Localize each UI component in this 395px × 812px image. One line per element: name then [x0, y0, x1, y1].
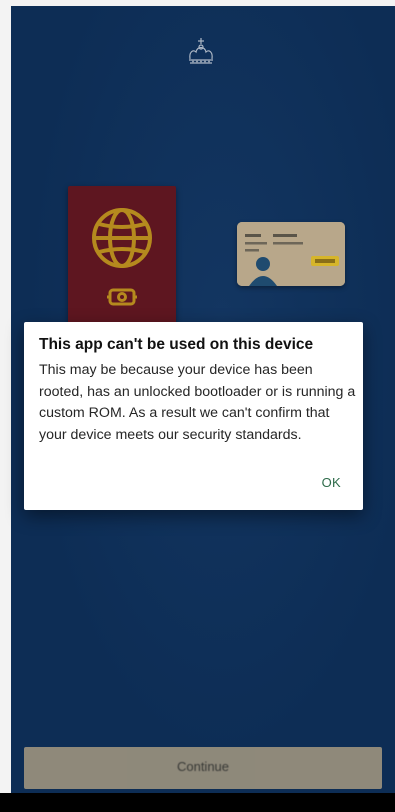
passport-icon — [68, 186, 176, 328]
dialog-message: This may be because your device has been… — [39, 362, 356, 443]
crown-icon — [181, 30, 221, 70]
alert-dialog: This app can't be used on this device Th… — [24, 322, 363, 510]
continue-button-label: Continue — [176, 759, 230, 774]
system-navigation-bar — [0, 793, 395, 812]
dialog-title: This app can't be used on this device — [39, 336, 314, 353]
ok-button[interactable]: OK — [322, 475, 341, 490]
id-card-icon — [237, 222, 345, 286]
continue-button[interactable]: Continue — [24, 747, 382, 789]
phone-frame: Continue This app can't be used on this … — [0, 0, 395, 812]
